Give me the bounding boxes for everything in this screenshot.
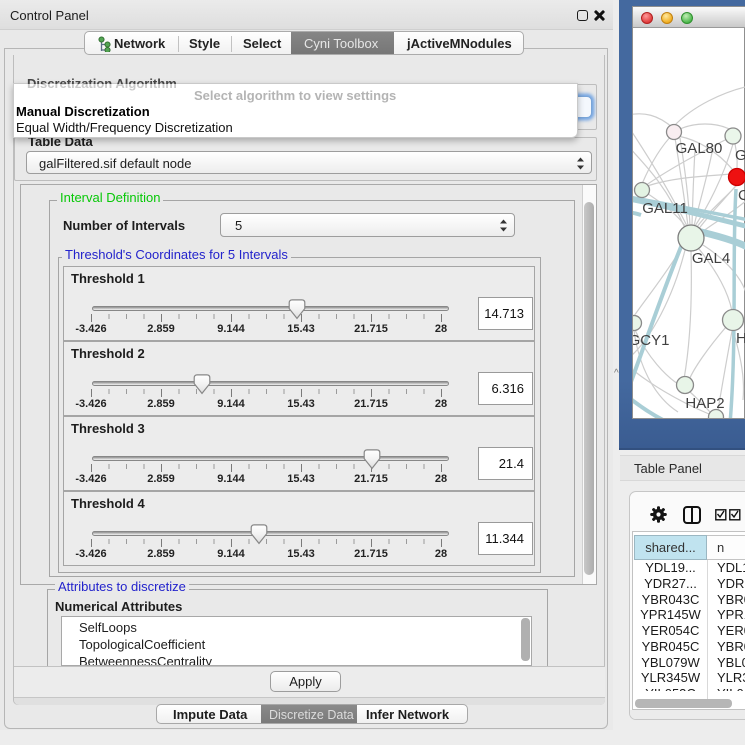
- svg-text:GCY1: GCY1: [633, 332, 669, 349]
- svg-text:H: H: [736, 330, 745, 347]
- svg-text:GA: GA: [735, 147, 745, 164]
- svg-text:GAL80: GAL80: [676, 140, 723, 157]
- svg-text:GAL4: GAL4: [692, 250, 730, 267]
- svg-text:C: C: [738, 187, 745, 204]
- svg-text:HAP2: HAP2: [685, 395, 724, 412]
- svg-text:GAL11: GAL11: [642, 200, 688, 217]
